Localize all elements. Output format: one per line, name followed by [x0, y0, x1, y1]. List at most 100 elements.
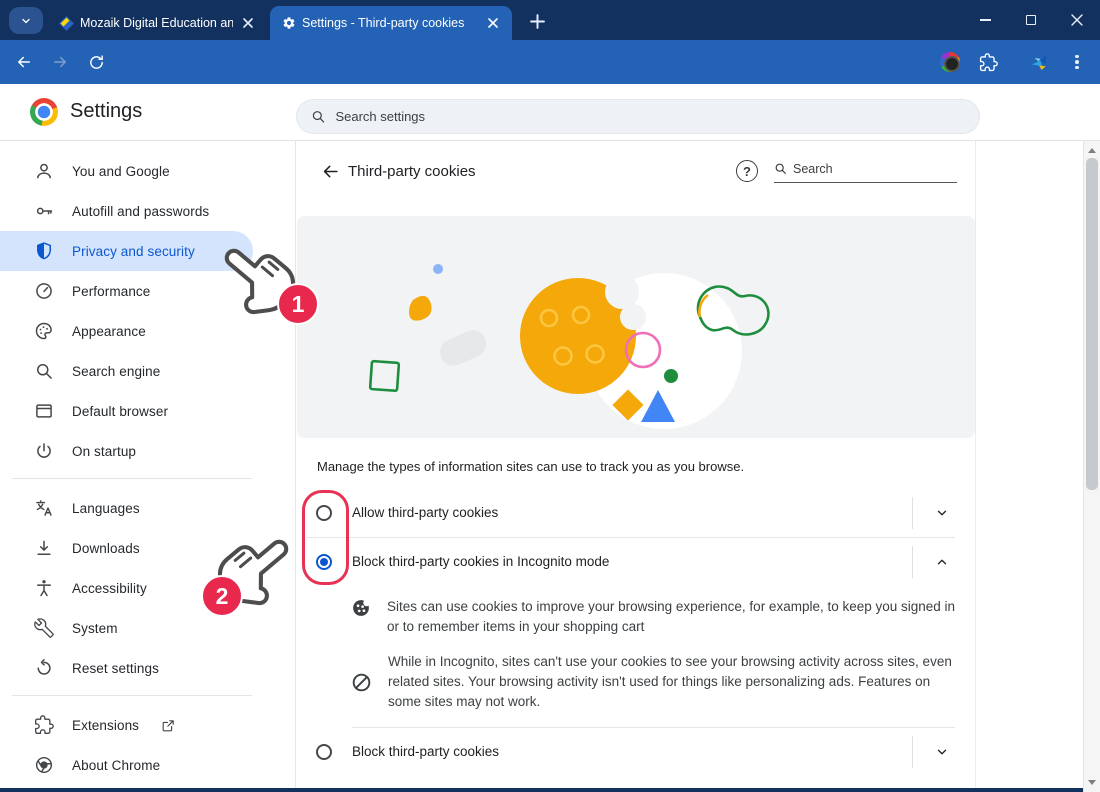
- sidebar-item-about-chrome[interactable]: About Chrome: [0, 745, 253, 785]
- sidebar-item-label: System: [72, 621, 118, 636]
- page-scrollbar[interactable]: [1083, 141, 1100, 792]
- sidebar-item-appearance[interactable]: Appearance: [0, 311, 253, 351]
- sidebar-item-search-engine[interactable]: Search engine: [0, 351, 253, 391]
- detail-text: Sites can use cookies to improve your br…: [387, 597, 962, 637]
- option-label: Allow third-party cookies: [352, 505, 498, 520]
- question-mark-icon: ?: [743, 164, 751, 179]
- option-block-third-party[interactable]: Block third-party cookies: [297, 728, 975, 776]
- detail-cookies-benefit: Sites can use cookies to improve your br…: [352, 597, 962, 637]
- content-search-input[interactable]: [793, 162, 923, 176]
- settings-search-input[interactable]: [335, 109, 965, 124]
- profile-extension-button[interactable]: [1024, 47, 1054, 77]
- green-square-shape: [370, 361, 399, 391]
- reload-button[interactable]: [81, 47, 111, 77]
- tab-settings[interactable]: Settings - Third-party cookies: [270, 6, 512, 40]
- tab-search-button[interactable]: [9, 7, 43, 34]
- option-label: Block third-party cookies: [352, 744, 499, 759]
- kebab-menu-icon: [1075, 52, 1079, 71]
- scrollbar-thumb[interactable]: [1086, 158, 1098, 490]
- content-back-button[interactable]: [314, 155, 346, 187]
- tab-close-icon[interactable]: [239, 14, 257, 32]
- settings-search-bar[interactable]: [296, 99, 980, 134]
- help-button[interactable]: ?: [736, 160, 758, 182]
- window-bottom-edge: [0, 788, 1083, 792]
- extensions-button[interactable]: [973, 47, 1003, 77]
- browser-toolbar: Chrome chrome://settings/cookies: [0, 40, 1100, 84]
- option-block-incognito[interactable]: Block third-party cookies in Incognito m…: [297, 538, 975, 586]
- sidebar-item-default-browser[interactable]: Default browser: [0, 391, 253, 431]
- sidebar-item-extensions[interactable]: Extensions: [0, 705, 253, 745]
- option-allow-third-party[interactable]: Allow third-party cookies: [297, 489, 975, 537]
- sidebar-item-on-startup[interactable]: On startup: [0, 431, 253, 471]
- sidebar-item-label: Accessibility: [72, 581, 147, 596]
- tab-mozaik[interactable]: Mozaik Digital Education and L: [47, 6, 267, 40]
- sidebar-item-label: Search engine: [72, 364, 160, 379]
- key-icon: [34, 201, 54, 221]
- reset-icon: [34, 658, 54, 678]
- lens-extension-button[interactable]: [935, 47, 965, 77]
- sidebar-item-label: Autofill and passwords: [72, 204, 209, 219]
- tab-strip: Mozaik Digital Education and L Settings …: [0, 0, 1100, 40]
- forward-button[interactable]: [45, 47, 75, 77]
- sidebar-item-languages[interactable]: Languages: [0, 488, 253, 528]
- sidebar-item-label: Default browser: [72, 404, 168, 419]
- detail-incognito-blocking: While in Incognito, sites can't use your…: [352, 652, 962, 712]
- content-right-edge: [975, 141, 976, 788]
- sidebar-item-label: Extensions: [72, 718, 139, 733]
- window-close-button[interactable]: [1054, 0, 1100, 40]
- new-tab-button[interactable]: [524, 10, 550, 32]
- scrollbar-down-arrow[interactable]: [1084, 775, 1100, 790]
- annotation-step-2-badge: 2: [201, 575, 243, 617]
- sidebar-item-autofill[interactable]: Autofill and passwords: [0, 191, 253, 231]
- sidebar-item-label: About Chrome: [72, 758, 160, 773]
- green-dot-shape: [664, 369, 678, 383]
- forward-arrow-icon: [51, 53, 69, 71]
- tab-close-icon[interactable]: [484, 14, 502, 32]
- browser-window-icon: [34, 401, 54, 421]
- puzzle-icon: [34, 715, 54, 735]
- reload-icon: [88, 54, 105, 71]
- blue-dot-shape: [433, 264, 443, 274]
- back-button[interactable]: [9, 47, 39, 77]
- browser-menu-button[interactable]: [1062, 47, 1092, 77]
- sidebar-item-you-and-google[interactable]: You and Google: [0, 151, 253, 191]
- radio-unchecked[interactable]: [316, 744, 332, 760]
- tab-title: Mozaik Digital Education and L: [80, 16, 233, 30]
- sidebar-item-label: You and Google: [72, 164, 170, 179]
- cookies-illustration: [297, 216, 975, 438]
- accessibility-icon: [34, 578, 54, 598]
- translate-icon: [34, 498, 54, 518]
- tab-title: Settings - Third-party cookies: [302, 16, 478, 30]
- close-icon: [1071, 14, 1083, 26]
- row-divider: [912, 497, 913, 529]
- maximize-icon: [1026, 15, 1036, 25]
- window-maximize-button[interactable]: [1008, 0, 1054, 40]
- back-arrow-icon: [15, 53, 33, 71]
- page-app-title: Settings: [70, 100, 142, 123]
- chevron-down-icon: [20, 15, 32, 27]
- window-minimize-button[interactable]: [962, 0, 1008, 40]
- content-header: Third-party cookies ?: [296, 141, 975, 203]
- intro-text: Manage the types of information sites ca…: [317, 459, 957, 474]
- scrollbar-up-arrow[interactable]: [1084, 143, 1100, 158]
- back-arrow-icon: [321, 162, 340, 181]
- page-title: Third-party cookies: [348, 163, 476, 180]
- chevron-down-icon[interactable]: [935, 745, 949, 759]
- search-icon: [34, 361, 54, 381]
- search-icon: [774, 162, 787, 175]
- plus-icon: [530, 14, 545, 29]
- chevron-up-icon[interactable]: [935, 555, 949, 569]
- sidebar-item-label: Reset settings: [72, 661, 159, 676]
- step-number: 2: [216, 583, 229, 610]
- annotation-step-1-badge: 1: [277, 283, 319, 325]
- chevron-down-icon[interactable]: [935, 506, 949, 520]
- sidebar-item-reset-settings[interactable]: Reset settings: [0, 648, 253, 688]
- step-number: 1: [292, 291, 305, 318]
- detail-text: While in Incognito, sites can't use your…: [388, 652, 962, 712]
- person-icon: [34, 161, 54, 181]
- search-icon: [311, 109, 325, 124]
- sidebar-item-label: On startup: [72, 444, 136, 459]
- cookie-icon: [352, 599, 370, 617]
- external-link-icon: [161, 718, 176, 733]
- content-search-field[interactable]: [774, 155, 957, 183]
